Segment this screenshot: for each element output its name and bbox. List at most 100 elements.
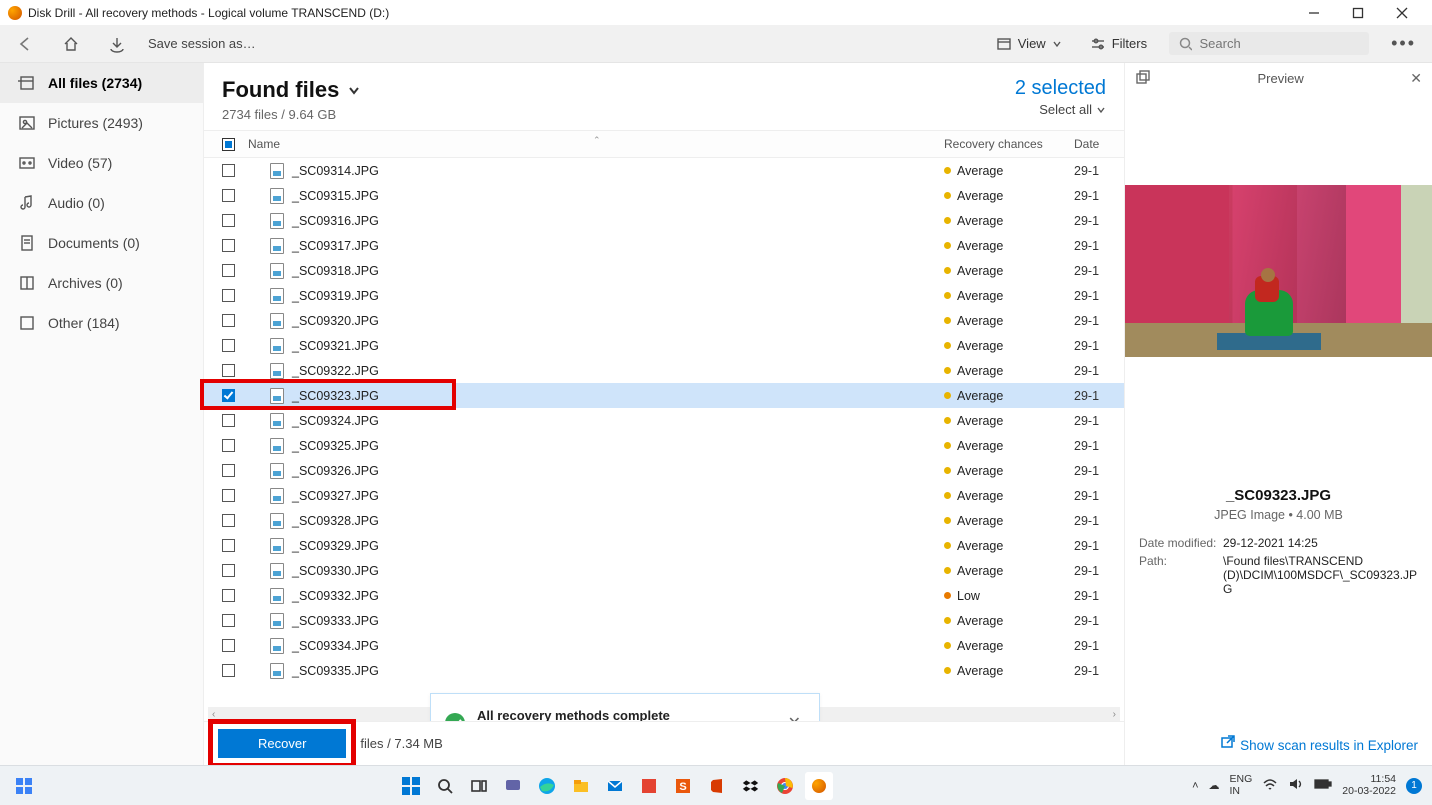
file-icon: [270, 613, 284, 629]
taskbar-todoist[interactable]: [635, 772, 663, 800]
notifications-badge[interactable]: 1: [1406, 778, 1422, 794]
table-row[interactable]: _SC09333.JPG Average 29-1: [204, 608, 1124, 633]
table-row[interactable]: _SC09325.JPG Average 29-1: [204, 433, 1124, 458]
minimize-button[interactable]: [1292, 0, 1336, 25]
row-checkbox[interactable]: [222, 239, 235, 252]
row-checkbox[interactable]: [222, 414, 235, 427]
table-row[interactable]: _SC09316.JPG Average 29-1: [204, 208, 1124, 233]
table-row[interactable]: _SC09322.JPG Average 29-1: [204, 358, 1124, 383]
column-name[interactable]: Name ⌃: [242, 137, 944, 151]
row-checkbox[interactable]: [222, 539, 235, 552]
taskbar-chrome[interactable]: [771, 772, 799, 800]
table-row[interactable]: _SC09327.JPG Average 29-1: [204, 483, 1124, 508]
row-checkbox[interactable]: [222, 339, 235, 352]
taskbar-edge[interactable]: [533, 772, 561, 800]
table-row[interactable]: _SC09330.JPG Average 29-1: [204, 558, 1124, 583]
filters-button[interactable]: Filters: [1084, 32, 1153, 56]
sidebar-item-video[interactable]: Video (57): [0, 143, 203, 183]
sidebar-item-documents[interactable]: Documents (0): [0, 223, 203, 263]
tray-chevron-icon[interactable]: ˄: [1192, 780, 1198, 792]
home-button[interactable]: [56, 31, 86, 57]
more-menu[interactable]: •••: [1385, 33, 1422, 54]
view-dropdown[interactable]: View: [990, 32, 1068, 56]
table-row[interactable]: _SC09318.JPG Average 29-1: [204, 258, 1124, 283]
tray-onedrive-icon[interactable]: ☁: [1209, 779, 1220, 792]
sidebar-item-audio[interactable]: Audio (0): [0, 183, 203, 223]
sidebar-item-files[interactable]: All files (2734): [0, 63, 203, 103]
table-row[interactable]: _SC09328.JPG Average 29-1: [204, 508, 1124, 533]
row-checkbox[interactable]: [222, 364, 235, 377]
recover-button[interactable]: Recover: [218, 729, 346, 758]
widgets-button[interactable]: [10, 772, 38, 800]
row-checkbox[interactable]: [222, 289, 235, 302]
row-checkbox[interactable]: [222, 589, 235, 602]
table-row[interactable]: _SC09323.JPG Average 29-1: [204, 383, 1124, 408]
row-checkbox[interactable]: [222, 489, 235, 502]
taskbar-mail[interactable]: [601, 772, 629, 800]
row-checkbox[interactable]: [222, 639, 235, 652]
table-row[interactable]: _SC09335.JPG Average 29-1: [204, 658, 1124, 683]
column-date[interactable]: Date: [1074, 137, 1124, 151]
taskbar-office[interactable]: [703, 772, 731, 800]
row-checkbox[interactable]: [222, 189, 235, 202]
file-icon: [270, 363, 284, 379]
search-input[interactable]: [1200, 36, 1360, 51]
row-checkbox[interactable]: [222, 464, 235, 477]
back-button[interactable]: [10, 31, 40, 57]
row-checkbox[interactable]: [222, 439, 235, 452]
tray-volume-icon[interactable]: [1288, 776, 1304, 795]
preview-window-icon[interactable]: [1135, 70, 1151, 86]
row-checkbox[interactable]: [222, 614, 235, 627]
sidebar-item-archives[interactable]: Archives (0): [0, 263, 203, 303]
table-row[interactable]: _SC09317.JPG Average 29-1: [204, 233, 1124, 258]
close-button[interactable]: [1380, 0, 1424, 25]
clock[interactable]: 11:54 20-03-2022: [1342, 774, 1396, 797]
row-checkbox[interactable]: [222, 514, 235, 527]
sidebar-item-pictures[interactable]: Pictures (2493): [0, 103, 203, 143]
preview-close[interactable]: ✕: [1410, 70, 1422, 87]
recovery-dot-icon: [944, 367, 951, 374]
maximize-button[interactable]: [1336, 0, 1380, 25]
select-all-button[interactable]: Select all: [1039, 102, 1106, 117]
select-all-checkbox[interactable]: [222, 138, 235, 151]
tray-battery-icon[interactable]: [1314, 778, 1332, 793]
tray-wifi-icon[interactable]: [1262, 776, 1278, 795]
sidebar-item-label: Video (57): [48, 155, 112, 171]
taskbar-dropbox[interactable]: [737, 772, 765, 800]
table-row[interactable]: _SC09314.JPG Average 29-1: [204, 158, 1124, 183]
language-indicator[interactable]: ENG IN: [1230, 774, 1253, 797]
table-row[interactable]: _SC09324.JPG Average 29-1: [204, 408, 1124, 433]
table-row[interactable]: _SC09319.JPG Average 29-1: [204, 283, 1124, 308]
save-session-link[interactable]: Save session as…: [148, 36, 256, 51]
row-checkbox[interactable]: [222, 314, 235, 327]
file-icon: [270, 388, 284, 404]
taskview-button[interactable]: [465, 772, 493, 800]
taskbar-search[interactable]: [431, 772, 459, 800]
row-checkbox[interactable]: [222, 264, 235, 277]
row-checkbox[interactable]: [222, 564, 235, 577]
taskbar-explorer[interactable]: [567, 772, 595, 800]
taskbar-app-s[interactable]: S: [669, 772, 697, 800]
recovery-dot-icon: [944, 217, 951, 224]
row-checkbox[interactable]: [222, 164, 235, 177]
taskbar-chat[interactable]: [499, 772, 527, 800]
table-row[interactable]: _SC09315.JPG Average 29-1: [204, 183, 1124, 208]
taskbar-diskdrill[interactable]: [805, 772, 833, 800]
row-checkbox[interactable]: [222, 389, 235, 402]
main-title-dropdown[interactable]: Found files: [222, 77, 361, 103]
row-checkbox[interactable]: [222, 664, 235, 677]
search-box[interactable]: [1169, 32, 1369, 55]
table-row[interactable]: _SC09321.JPG Average 29-1: [204, 333, 1124, 358]
download-button[interactable]: [102, 31, 132, 57]
show-in-explorer-link[interactable]: Show scan results in Explorer: [1220, 738, 1418, 753]
table-row[interactable]: _SC09326.JPG Average 29-1: [204, 458, 1124, 483]
column-recovery[interactable]: Recovery chances: [944, 137, 1074, 151]
table-row[interactable]: _SC09334.JPG Average 29-1: [204, 633, 1124, 658]
table-row[interactable]: _SC09332.JPG Low 29-1: [204, 583, 1124, 608]
table-row[interactable]: _SC09320.JPG Average 29-1: [204, 308, 1124, 333]
start-button[interactable]: [397, 772, 425, 800]
table-row[interactable]: _SC09329.JPG Average 29-1: [204, 533, 1124, 558]
sidebar-item-other[interactable]: Other (184): [0, 303, 203, 343]
recovery-text: Average: [957, 664, 1003, 678]
row-checkbox[interactable]: [222, 214, 235, 227]
